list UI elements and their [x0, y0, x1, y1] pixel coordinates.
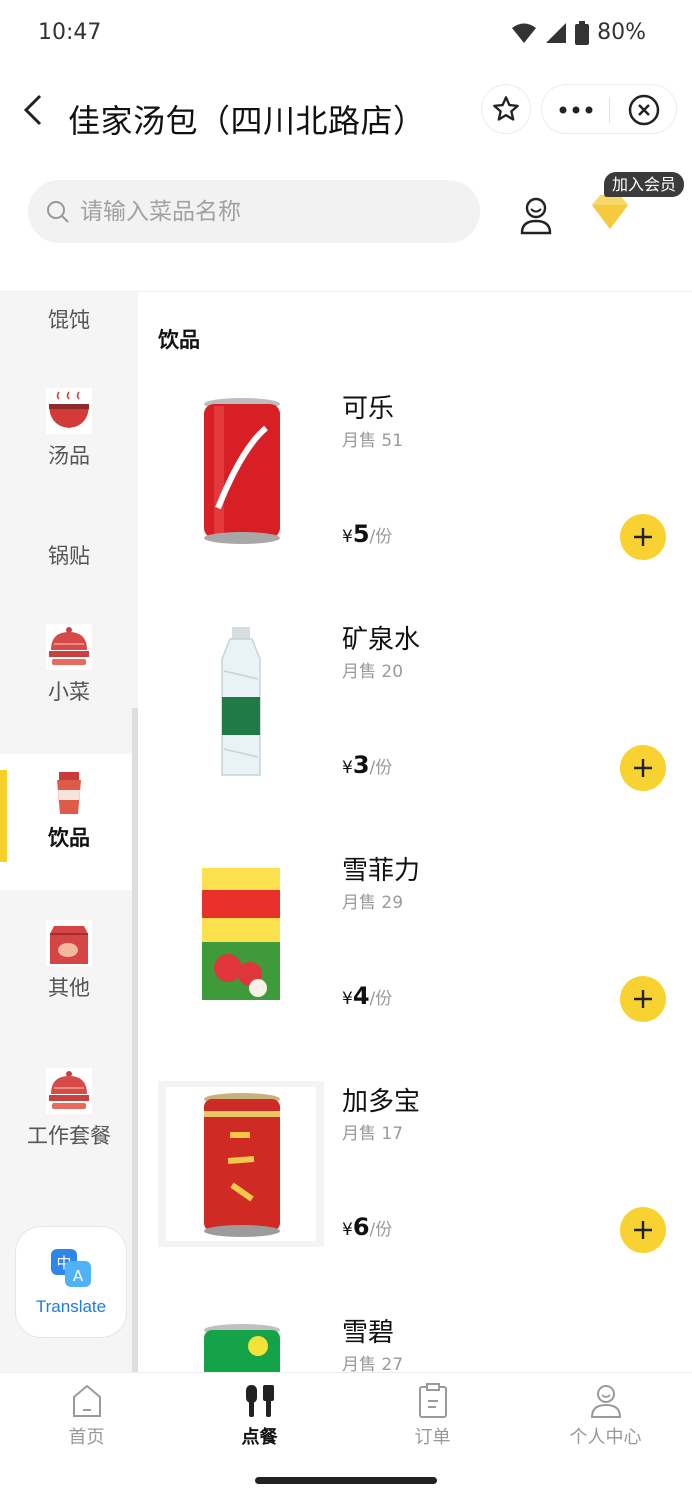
- back-button[interactable]: [18, 90, 48, 130]
- search-icon: [47, 200, 69, 223]
- dish-price: ¥5/份: [342, 520, 393, 548]
- sidebar-item-side-dish[interactable]: 小菜: [0, 624, 138, 706]
- add-to-cart-button[interactable]: [620, 514, 666, 560]
- translate-button[interactable]: 中 A Translate: [15, 1226, 127, 1338]
- add-to-cart-button[interactable]: [620, 1207, 666, 1253]
- sidebar-item-label: 其他: [48, 976, 90, 1000]
- status-time: 10:47: [38, 20, 102, 45]
- header: 佳家汤包（四川北路店）: [0, 70, 692, 160]
- sidebar-item-label: 工作套餐: [27, 1124, 111, 1148]
- plus-icon: [634, 1221, 652, 1239]
- sidebar-item-potsticker[interactable]: 锅贴: [0, 534, 138, 570]
- dish-name: 加多宝: [342, 1087, 421, 1117]
- member-button[interactable]: [588, 193, 632, 233]
- tab-order-food[interactable]: 点餐: [173, 1383, 346, 1449]
- bottom-tab-bar: 首页 点餐 订单 个人中心: [0, 1372, 692, 1500]
- tab-label: 点餐: [241, 1427, 278, 1448]
- dish-sales: 月售 20: [342, 662, 404, 682]
- plus-icon: [634, 528, 652, 546]
- close-circle-icon: [628, 94, 659, 126]
- dish-sales: 月售 27: [342, 1355, 404, 1372]
- mini-program-capsule: [541, 84, 677, 134]
- sidebar-item-wonton[interactable]: 馄饨: [0, 298, 138, 334]
- tab-label: 个人中心: [569, 1427, 642, 1448]
- diamond-icon: [592, 195, 628, 229]
- herbal-tea-can-image: [158, 1081, 324, 1247]
- translate-label: Translate: [35, 1297, 107, 1316]
- add-to-cart-button[interactable]: [620, 976, 666, 1022]
- order-icon: [418, 1383, 447, 1418]
- sidebar-item-label: 小菜: [48, 680, 90, 704]
- water-bottle-image: [158, 619, 324, 785]
- dish-item[interactable]: 雪碧 月售 27: [138, 1312, 692, 1372]
- translate-icon: 中 A: [51, 1249, 91, 1287]
- plus-icon: [634, 759, 652, 777]
- dish-item[interactable]: 矿泉水 月售 20 ¥3/份: [138, 619, 692, 849]
- status-bar: 10:47 80%: [0, 0, 692, 70]
- dish-price: ¥6/份: [342, 1213, 393, 1241]
- battery-level: 80%: [597, 20, 646, 45]
- sidebar-item-other[interactable]: 其他: [0, 920, 138, 1002]
- user-icon: [520, 197, 552, 235]
- dish-list: 饮品 可乐 月售 51 ¥5/份 矿泉水 月售 20 ¥3/份 雪菲力 月售 2…: [138, 292, 692, 1372]
- search-input[interactable]: [80, 198, 440, 225]
- tab-profile[interactable]: 个人中心: [519, 1383, 692, 1449]
- signal-icon: [546, 22, 567, 43]
- sidebar-item-work-set-meal[interactable]: 工作套餐: [0, 1068, 138, 1150]
- wifi-icon: [512, 23, 537, 43]
- bag-icon: [46, 920, 92, 966]
- sidebar-item-label: 饮品: [48, 826, 90, 850]
- tab-label: 订单: [414, 1427, 451, 1448]
- add-to-cart-button[interactable]: [620, 745, 666, 791]
- sidebar-item-label: 汤品: [48, 444, 90, 468]
- join-member-badge[interactable]: 加入会员: [604, 172, 685, 197]
- sidebar-item-drinks[interactable]: 饮品: [0, 754, 138, 890]
- svg-text:A: A: [73, 1267, 84, 1285]
- star-icon: [493, 96, 519, 121]
- profile-icon: [590, 1385, 621, 1418]
- dish-sales: 月售 29: [342, 893, 404, 913]
- sprite-can-image: [158, 1312, 324, 1372]
- dish-item[interactable]: 可乐 月售 51 ¥5/份: [138, 388, 692, 618]
- dish-item[interactable]: 雪菲力 月售 29 ¥4/份: [138, 850, 692, 1080]
- more-dots-icon: [559, 106, 592, 114]
- tab-label: 首页: [68, 1427, 105, 1448]
- dish-sales: 月售 17: [342, 1124, 404, 1144]
- tab-orders[interactable]: 订单: [346, 1383, 519, 1449]
- utensils-icon: [245, 1385, 274, 1417]
- chevron-left-icon: [23, 94, 42, 126]
- covered-dish-icon: [46, 1068, 92, 1114]
- tab-home[interactable]: 首页: [0, 1383, 173, 1449]
- dish-name: 雪菲力: [342, 856, 421, 886]
- dish-price: ¥4/份: [342, 982, 393, 1010]
- dish-sales: 月售 51: [342, 431, 404, 451]
- drink-cup-icon: [46, 770, 92, 816]
- sidebar-item-label: 锅贴: [48, 544, 90, 568]
- covered-dish-icon: [46, 624, 92, 670]
- battery-icon: [575, 20, 590, 45]
- category-sidebar: 馄饨 汤品 锅贴 小菜 饮品 其他 工作套餐: [0, 292, 138, 1372]
- dish-name: 矿泉水: [342, 625, 421, 655]
- sidebar-item-label: 馄饨: [48, 308, 90, 332]
- plus-icon: [634, 990, 652, 1008]
- favorite-button[interactable]: [481, 84, 531, 134]
- dish-price: ¥3/份: [342, 751, 393, 779]
- section-title: 饮品: [158, 328, 200, 352]
- page-title: 佳家汤包（四川北路店）: [68, 102, 426, 140]
- dish-name: 可乐: [342, 394, 395, 424]
- cola-can-image: [158, 388, 324, 554]
- close-button[interactable]: [610, 85, 677, 135]
- dish-item[interactable]: 加多宝 月售 17 ¥6/份: [138, 1081, 692, 1311]
- user-button[interactable]: [515, 195, 557, 237]
- more-button[interactable]: [542, 85, 609, 135]
- soup-bowl-icon: [46, 388, 92, 434]
- active-indicator: [0, 770, 7, 862]
- lychee-carton-image: [158, 850, 324, 1016]
- search-bar[interactable]: [28, 180, 480, 243]
- sidebar-item-soup[interactable]: 汤品: [0, 388, 138, 470]
- home-icon: [72, 1384, 101, 1417]
- dish-name: 雪碧: [342, 1318, 395, 1348]
- home-indicator[interactable]: [255, 1477, 437, 1484]
